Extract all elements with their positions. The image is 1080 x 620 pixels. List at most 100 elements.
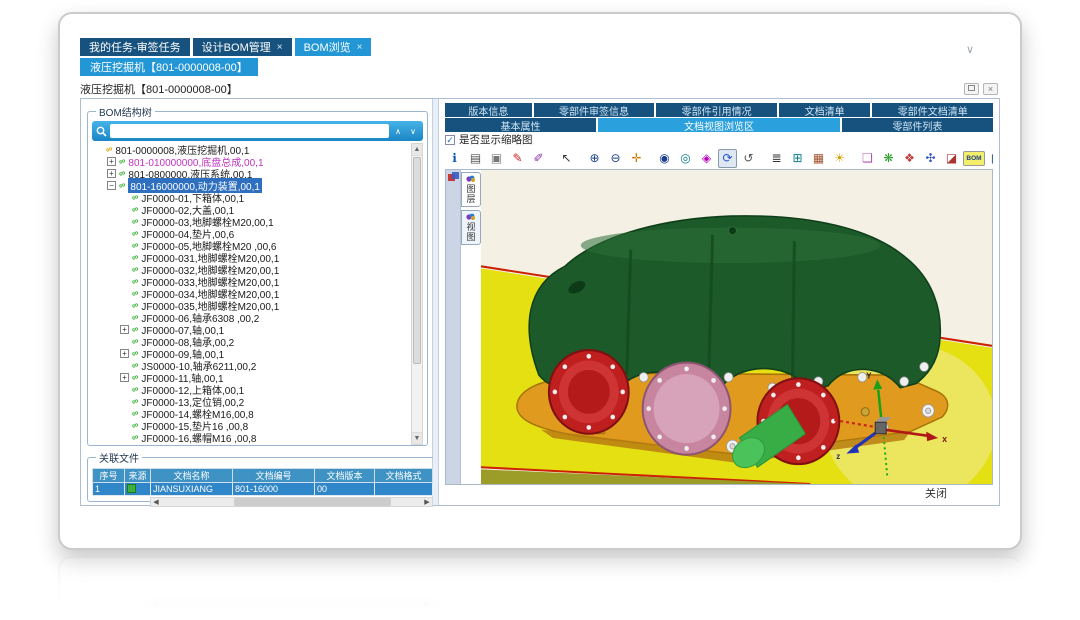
zoom-window-icon[interactable]: ◉ [655,149,674,168]
annotate-pencil-icon[interactable]: ✎ [508,149,527,168]
part-link-icon: ∞ [131,276,140,287]
print-icon[interactable]: ▣ [487,149,506,168]
tree-scrollbar[interactable]: ▲ ▼ [411,143,423,445]
tree-item[interactable]: +∞JF0000-11,轴,00,1 [92,371,410,383]
expand-icon[interactable]: + [107,169,116,178]
close-icon[interactable]: × [357,42,363,53]
part-link-icon: ∞ [131,360,140,371]
tree-item[interactable]: ∞JF0000-08,轴承,00,2 [92,335,410,347]
detail-tab[interactable]: 文档清单 [779,103,871,117]
expand-icon[interactable]: + [120,325,129,334]
cell-doc-format [375,483,433,496]
model-canvas[interactable]: x Y z [481,170,992,484]
related-files-group: 关联文件 序号来源文档名称文档编号文档版本文档格式 1JIANSUXIANG80… [87,604,438,618]
rotate-center-icon[interactable]: ◈ [697,149,716,168]
column-header[interactable]: 文档名称 [151,469,233,483]
detail-tab[interactable]: 版本信息 [445,103,532,117]
axis-x-label: x [942,434,948,444]
column-header[interactable]: 来源 [125,469,151,483]
side-tab-layers[interactable]: 图层 [461,172,481,207]
expand-icon[interactable]: + [120,373,129,382]
zoom-in-icon[interactable]: ⊕ [585,149,604,168]
brush-icon[interactable]: ✐ [529,149,548,168]
checkbox-icon[interactable]: ✓ [445,135,455,145]
hscroll-thumb[interactable] [234,498,391,506]
restore-icon[interactable] [964,83,979,95]
collapse-chevron-icon[interactable]: ∨ [966,43,974,56]
tree-item[interactable]: ∞JS0000-10,轴承6211,00,2 [92,359,410,371]
axis-icon[interactable]: ✣ [921,149,940,168]
detail-tab[interactable]: 零部件引用情况 [656,103,777,117]
explode-icon[interactable]: ❋ [879,149,898,168]
tree-search-bar: ∧ ∨ [92,121,423,141]
hscroll-track[interactable] [161,498,422,506]
note-icon[interactable]: ❑ [858,149,877,168]
cell-seq: 1 [93,483,125,496]
table-hscrollbar[interactable]: ◀ ▶ [150,497,433,507]
section-icon[interactable]: ◪ [942,149,961,168]
model-tree-icon[interactable]: ◧ [987,149,993,168]
detail-tab[interactable]: 基本属性 [445,118,596,132]
close-icon[interactable]: × [277,42,283,53]
info-icon[interactable]: ℹ [445,149,464,168]
bom-tree-rows: ∞801-0000008,液压挖掘机,00,1+∞801-010000000,底… [92,143,410,443]
tree-item[interactable]: −∞801-16000000,动力装置,00,1 [92,179,410,191]
tree-search-input[interactable] [110,124,389,138]
zoom-select-icon[interactable]: ◎ [676,149,695,168]
detail-tab[interactable]: 零部件审签信息 [534,103,655,117]
part-link-icon: ∞ [131,264,140,275]
measure-icon[interactable]: ⊞ [788,149,807,168]
light-icon[interactable]: ☀ [830,149,849,168]
thumbnail-panel-icon[interactable] [448,172,459,182]
tab-my-tasks[interactable]: 我的任务-审签任务 [80,38,190,56]
tree-item[interactable]: ∞JF0000-03,地脚螺栓M20,00,1 [92,215,410,227]
tree-item[interactable]: +∞JF0000-07,轴,00,1 [92,323,410,335]
collapse-icon[interactable]: − [107,181,116,190]
tab-design-bom[interactable]: 设计BOM管理× [193,38,292,56]
cell-doc-number: 801-16000 [233,483,315,496]
bom-icon[interactable]: BOM [963,151,985,166]
search-prev-icon[interactable]: ∧ [392,127,404,136]
subtab-hydraulic-excavator[interactable]: 液压挖掘机【801-0000008-00】 [80,58,258,76]
zoom-fit-icon[interactable]: ✛ [627,149,646,168]
axis-y-label: Y [866,371,872,380]
tree-item[interactable]: ∞JF0000-06,轴承6308 ,00,2 [92,311,410,323]
scrollbar-thumb[interactable] [413,157,421,364]
table-row[interactable]: 1JIANSUXIANG801-1600000 [93,483,433,496]
column-header[interactable]: 文档版本 [315,469,375,483]
expand-icon[interactable]: + [120,349,129,358]
select-pointer-icon[interactable]: ↖ [557,149,576,168]
part-link-icon: ∞ [131,312,140,323]
tree-item[interactable]: ∞JF0000-14,螺栓M16,00,8 [92,407,410,419]
snapshot-icon[interactable]: ❖ [900,149,919,168]
scroll-left-icon[interactable]: ◀ [151,498,161,506]
scroll-down-icon[interactable]: ▼ [412,432,422,444]
layers-icon[interactable]: ≣ [767,149,786,168]
zoom-out-icon[interactable]: ⊖ [606,149,625,168]
search-next-icon[interactable]: ∨ [407,127,419,136]
column-header[interactable]: 文档格式 [375,469,433,483]
scroll-up-icon[interactable]: ▲ [412,144,422,156]
image-icon[interactable]: ▦ [809,149,828,168]
preview-icon[interactable]: ▤ [466,149,485,168]
side-tab-label: 图层 [465,184,478,204]
detail-tab[interactable]: 零部件文档清单 [872,103,993,117]
rotate-icon[interactable]: ⟳ [718,149,737,168]
scroll-right-icon[interactable]: ▶ [422,498,432,506]
detail-tab[interactable]: 零部件列表 [842,118,993,132]
orbit-icon[interactable]: ↺ [739,149,758,168]
source-doc-icon [127,614,136,619]
column-header[interactable]: 序号 [93,469,125,483]
close-icon[interactable]: × [983,83,998,95]
tree-item[interactable]: ∞JF0000-16,螺帽M16 ,00,8 [92,431,410,443]
show-thumbnail-checkbox[interactable]: ✓ 是否显示缩略图 [445,132,993,147]
expand-icon[interactable]: + [107,157,116,166]
side-tab-views[interactable]: 视图 [461,210,481,245]
column-header[interactable]: 文档编号 [233,469,315,483]
tree-item[interactable]: ∞JF0000-12,上箱体,00,1 [92,383,410,395]
detail-tab[interactable]: 文档视图浏览区 [598,118,840,132]
tree-item[interactable]: ∞JF0000-01,下箱体,00,1 [92,191,410,203]
tab-bom-browse[interactable]: BOM浏览× [295,38,372,56]
close-button[interactable]: 关闭 [925,485,947,501]
bom-tree: ∞801-0000008,液压挖掘机,00,1+∞801-010000000,底… [92,143,423,445]
